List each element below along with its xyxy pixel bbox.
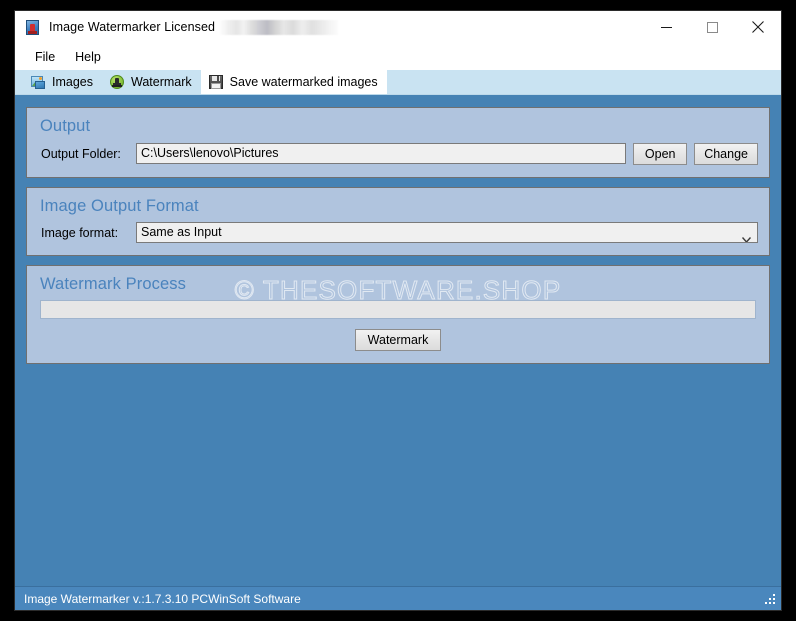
title-bar[interactable]: Image Watermarker Licensed: [15, 11, 781, 44]
status-bar-text: Image Watermarker v.:1.7.3.10 PCWinSoft …: [24, 591, 301, 606]
tab-watermark-label: Watermark: [131, 74, 192, 89]
output-panel: Output Output Folder: C:\Users\lenovo\Pi…: [26, 107, 770, 178]
tab-save-watermarked-images-label: Save watermarked images: [229, 74, 378, 89]
menu-help[interactable]: Help: [65, 48, 111, 67]
tab-images[interactable]: Images: [23, 69, 102, 94]
app-icon: [24, 19, 42, 37]
menu-file[interactable]: File: [25, 48, 65, 67]
window-title-redaction: [220, 20, 339, 36]
save-icon: [208, 74, 224, 90]
watermark-process-panel: Watermark Process Watermark: [26, 265, 770, 364]
watermark-icon: [109, 74, 125, 90]
window-title: Image Watermarker Licensed: [49, 19, 339, 36]
image-output-format-panel-title: Image Output Format: [40, 196, 199, 215]
image-format-value: Same as Input: [141, 225, 222, 240]
watermark-button-row: Watermark: [40, 328, 756, 351]
minimize-button[interactable]: [643, 11, 689, 43]
open-button[interactable]: Open: [633, 142, 688, 165]
window-title-text: Image Watermarker Licensed: [49, 19, 216, 34]
progress-bar: [40, 299, 756, 319]
menu-bar: File Help: [15, 44, 781, 70]
output-panel-title: Output: [40, 117, 91, 135]
watermark-button[interactable]: Watermark: [354, 328, 442, 351]
output-folder-label: Output Folder:: [41, 146, 121, 161]
tab-watermark[interactable]: Watermark: [102, 69, 201, 94]
image-format-select[interactable]: Same as Input: [136, 222, 758, 244]
image-format-label: Image format:: [41, 225, 119, 240]
output-folder-row: Output Folder: C:\Users\lenovo\Pictures …: [27, 139, 769, 177]
change-button[interactable]: Change: [694, 142, 758, 165]
main-content: Output Output Folder: C:\Users\lenovo\Pi…: [15, 95, 781, 586]
resize-grip[interactable]: [765, 594, 778, 607]
window-controls: [643, 11, 781, 43]
application-window: Image Watermarker Licensed File Help Ima…: [14, 10, 782, 611]
images-icon: [30, 74, 46, 90]
image-format-row: Image format: Same as Input: [27, 218, 769, 255]
close-button[interactable]: [735, 11, 781, 43]
tab-strip: Images Watermark Save watermarked images: [15, 69, 781, 95]
maximize-button[interactable]: [689, 11, 735, 43]
image-output-format-panel: Image Output Format Image format: Same a…: [26, 186, 770, 257]
watermark-process-panel-title: Watermark Process: [40, 275, 186, 294]
tab-images-label: Images: [52, 74, 93, 89]
tab-save-watermarked-images[interactable]: Save watermarked images: [200, 69, 387, 94]
output-folder-input[interactable]: C:\Users\lenovo\Pictures: [136, 143, 627, 165]
chevron-down-icon: [741, 230, 752, 243]
status-bar: Image Watermarker v.:1.7.3.10 PCWinSoft …: [15, 586, 781, 610]
